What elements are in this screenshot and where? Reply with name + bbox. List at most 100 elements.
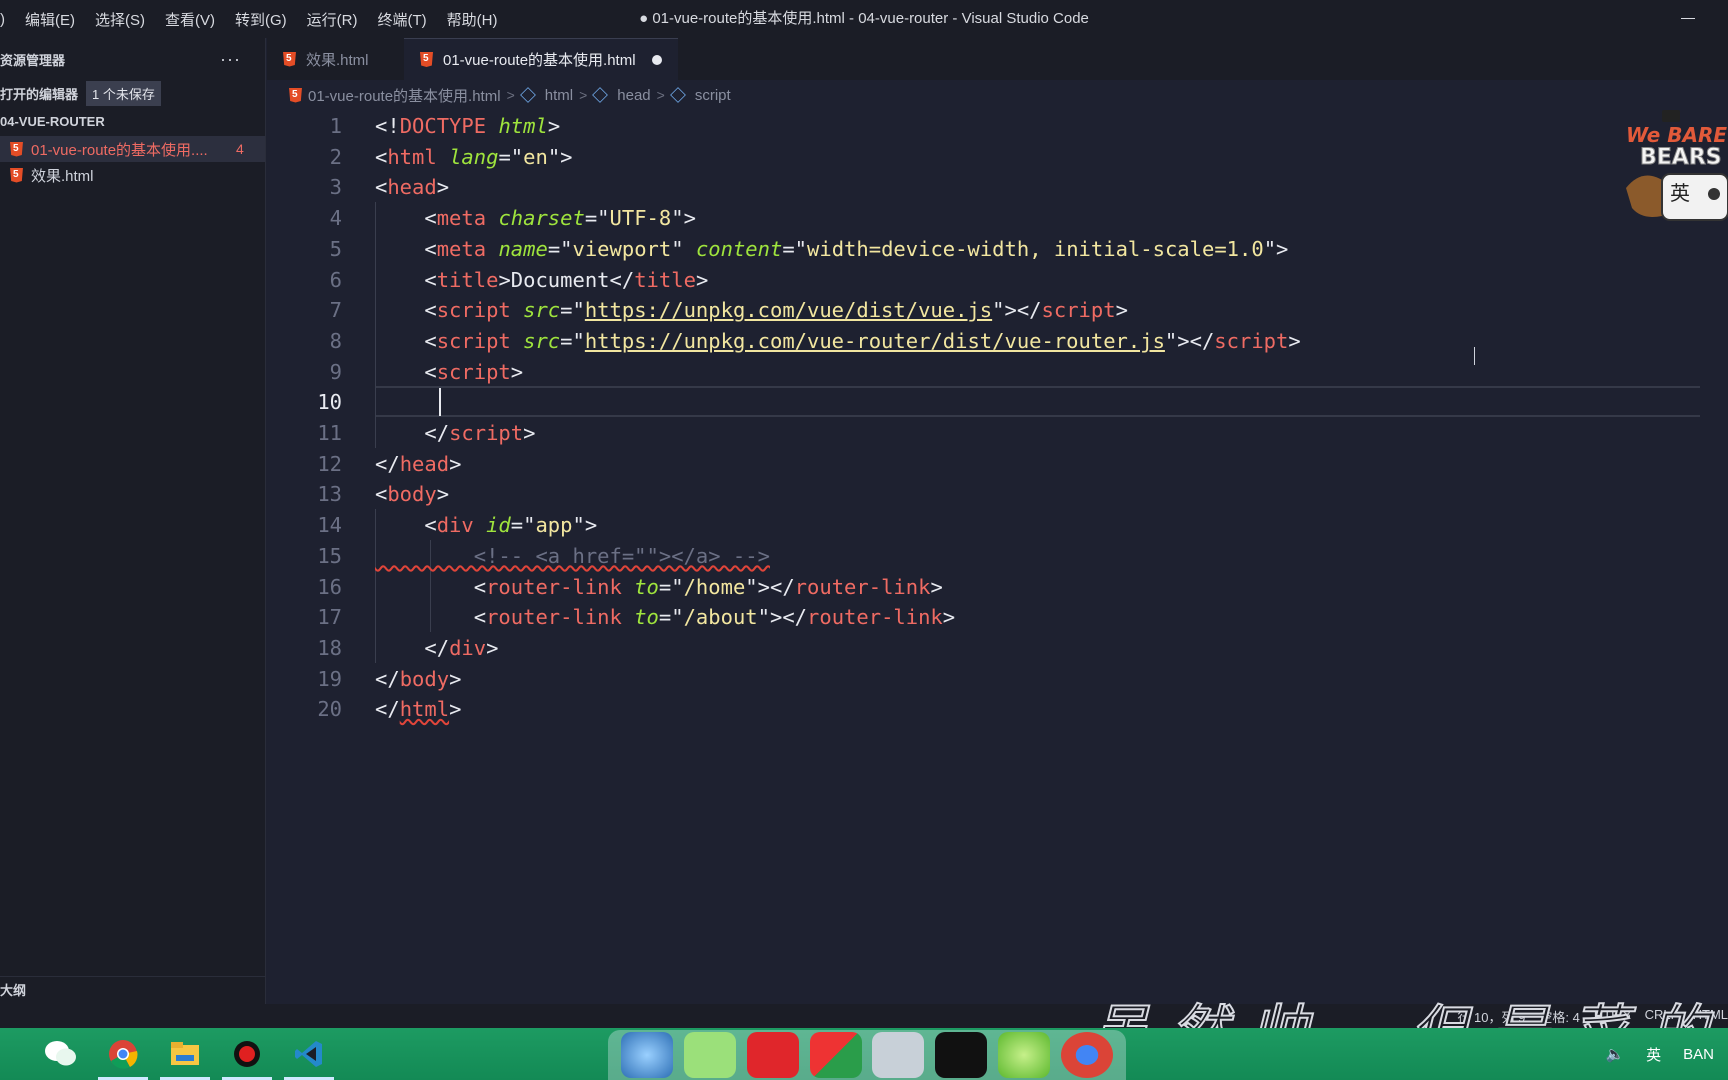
line-number: 10 xyxy=(317,390,342,415)
tab-effect-html[interactable]: 效果.html xyxy=(267,38,404,80)
security-icon[interactable] xyxy=(872,1032,925,1078)
game-icon[interactable] xyxy=(997,1032,1050,1078)
breadcrumb-html[interactable]: html xyxy=(545,87,573,104)
intellij-icon[interactable] xyxy=(935,1032,988,1078)
breadcrumb-head[interactable]: head xyxy=(617,87,650,104)
code-token: > xyxy=(523,421,536,445)
code-line[interactable]: 8 <script src="https://unpkg.com/vue-rou… xyxy=(267,325,1700,358)
outline-section[interactable]: 大纲 xyxy=(0,976,266,1004)
code-token: html xyxy=(387,144,437,169)
code-token: > xyxy=(449,666,462,691)
open-editors-label: 打开的编辑器 xyxy=(0,86,79,102)
menu-item-file[interactable]: ) xyxy=(0,11,15,28)
chrome-icon[interactable] xyxy=(92,1028,154,1080)
file-item-vue-route[interactable]: 01-vue-route的基本使用.... 4 xyxy=(0,136,265,162)
code-token: script xyxy=(436,359,511,384)
code-token: </ xyxy=(375,666,400,691)
tab-label: 01-vue-route的基本使用.html xyxy=(443,52,636,69)
breadcrumb-file[interactable]: 01-vue-route的基本使用.html xyxy=(308,85,501,106)
line-number: 19 xyxy=(317,666,342,691)
menu-item-view[interactable]: 查看(V) xyxy=(155,9,225,30)
line-code: </html> xyxy=(375,693,461,726)
code-line[interactable]: 9 <script> xyxy=(267,356,1700,389)
code-line[interactable]: 11 </script> xyxy=(267,417,1700,450)
code-token: router-link xyxy=(794,574,931,599)
menu-item-go[interactable]: 转到(G) xyxy=(225,9,297,30)
code-line[interactable]: 6 <title>Document</title> xyxy=(267,264,1700,297)
code-line[interactable]: 10 xyxy=(267,386,1700,419)
minimize-button[interactable] xyxy=(1676,8,1700,28)
code-token: < xyxy=(375,206,437,231)
menu-item-run[interactable]: 运行(R) xyxy=(297,9,368,30)
code-line[interactable]: 14 <div id="app"> xyxy=(267,509,1700,542)
tab-label: 效果.html xyxy=(306,51,369,69)
code-line[interactable]: 2 <html lang="en"> xyxy=(267,141,1700,174)
line-number: 8 xyxy=(329,328,342,353)
browser-icon[interactable] xyxy=(621,1032,674,1078)
code-line[interactable]: 7 <script src="https://unpkg.com/vue/dis… xyxy=(267,294,1700,327)
code-editor[interactable]: 1 <!DOCTYPE html> 2 <html lang="en"> 3 <head>… xyxy=(267,110,1717,1004)
code-line[interactable]: 3 <head> xyxy=(267,171,1700,204)
tab-vue-route-html[interactable]: 01-vue-route的基本使用.html xyxy=(404,38,678,80)
menu-item-terminal[interactable]: 终端(T) xyxy=(368,9,437,30)
code-token: < xyxy=(375,605,487,630)
code-token: name xyxy=(498,236,548,261)
line-code: <script src="https://unpkg.com/vue-route… xyxy=(375,325,1300,358)
code-line[interactable]: 20 </html> xyxy=(267,693,1700,726)
code-line[interactable]: 4 <meta charset="UTF-8"> xyxy=(267,202,1700,235)
unsaved-dot-icon[interactable] xyxy=(651,54,662,65)
wechat-dock-icon[interactable] xyxy=(684,1032,737,1078)
line-number: 7 xyxy=(329,298,342,323)
vscode-icon[interactable] xyxy=(278,1028,340,1080)
code-line[interactable]: 12 </head> xyxy=(267,448,1700,481)
code-line[interactable]: 18 </div> xyxy=(267,632,1700,665)
code-token: > xyxy=(1115,298,1128,323)
code-line[interactable]: 16 <router-link to="/home"></router-link… xyxy=(267,571,1700,604)
code-token: https://unpkg.com/vue/dist/vue.js xyxy=(584,298,993,323)
app-icon[interactable] xyxy=(809,1032,862,1078)
code-token: title xyxy=(436,267,499,292)
code-token: > xyxy=(942,605,956,630)
code-line[interactable]: 5 <meta name="viewport" content="width=d… xyxy=(267,233,1700,266)
chevron-right-icon: > xyxy=(506,87,515,103)
title-bar: ) 编辑(E) 选择(S) 查看(V) 转到(G) 运行(R) 终端(T) 帮助… xyxy=(0,0,1728,38)
line-number: 20 xyxy=(317,697,342,722)
tray-app[interactable]: BAN xyxy=(1683,1046,1714,1063)
chevron-right-icon: > xyxy=(656,87,665,103)
file-item-effect[interactable]: 效果.html xyxy=(0,162,265,188)
file-explorer-icon[interactable] xyxy=(154,1028,216,1080)
wechat-icon[interactable] xyxy=(30,1028,92,1080)
code-line[interactable]: 15 <!-- <a href=""></a> --> xyxy=(267,540,1700,573)
line-number: 14 xyxy=(317,513,342,538)
code-token: "></ xyxy=(992,298,1042,323)
code-token: =" xyxy=(560,328,585,353)
more-actions-icon[interactable]: ··· xyxy=(220,49,241,70)
line-code: <title>Document</title> xyxy=(375,264,708,297)
volume-icon[interactable]: 🔈 xyxy=(1605,1045,1624,1063)
svg-text:BEARS: BEARS xyxy=(1640,145,1722,170)
line-code: <script> xyxy=(375,356,523,389)
code-token: < xyxy=(375,359,437,384)
chrome-dock-icon[interactable] xyxy=(1060,1032,1113,1078)
netease-music-icon[interactable] xyxy=(746,1032,799,1078)
code-token: =" xyxy=(782,236,808,261)
record-icon[interactable] xyxy=(216,1028,278,1080)
breadcrumb-script[interactable]: script xyxy=(695,87,731,104)
workspace-folder[interactable]: 04-VUE-ROUTER xyxy=(0,108,265,136)
menu-item-selection[interactable]: 选择(S) xyxy=(85,9,155,30)
menu-item-help[interactable]: 帮助(H) xyxy=(437,9,508,30)
menu-item-edit[interactable]: 编辑(E) xyxy=(15,9,85,30)
code-token: app xyxy=(535,513,573,538)
line-code: </head> xyxy=(375,448,461,481)
code-line[interactable]: 17 <router-link to="/about"></router-lin… xyxy=(267,601,1700,634)
code-token: < xyxy=(375,175,388,200)
code-line[interactable]: 19 </body> xyxy=(267,663,1700,696)
code-token: </ xyxy=(375,635,450,660)
open-editors-section[interactable]: 打开的编辑器 1 个未保存 xyxy=(0,80,265,106)
tray-ime[interactable]: 英 xyxy=(1646,1044,1661,1065)
breadcrumb: 01-vue-route的基本使用.html > html > head > s… xyxy=(267,80,1728,110)
taskbar-edge[interactable] xyxy=(0,1028,30,1080)
code-line[interactable]: 1 <!DOCTYPE html> xyxy=(267,110,1700,143)
code-line[interactable]: 13 <body> xyxy=(267,478,1700,511)
